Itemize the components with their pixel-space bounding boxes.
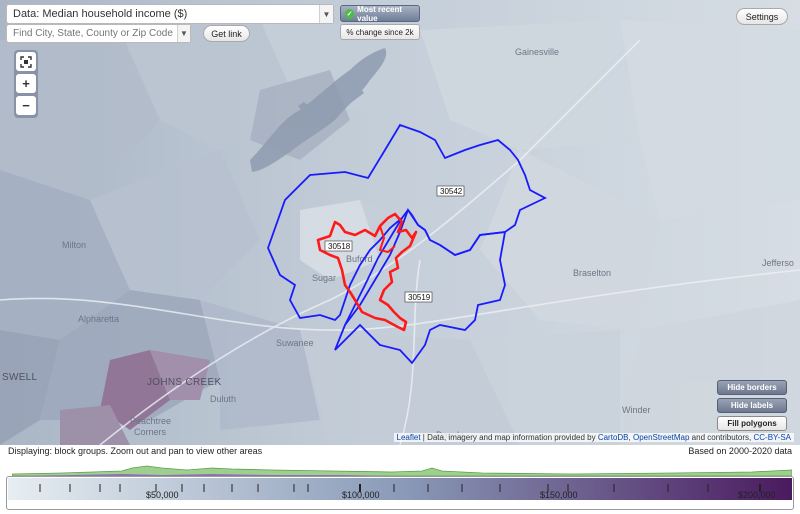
zoom-in-button[interactable]: + [16, 74, 36, 93]
based-on-text: Based on 2000-2020 data [688, 446, 792, 456]
display-info-text: Displaying: block groups. Zoom out and p… [8, 446, 263, 456]
label-sugar-hill: Sugar [312, 273, 336, 283]
data-select[interactable]: Data: Median household income ($) ▼ [6, 4, 334, 24]
label-winder: Winder [622, 405, 651, 415]
zip-label-30518: 30518 [324, 240, 353, 252]
hide-borders-button[interactable]: Hide borders [717, 380, 787, 395]
label-buford: Buford [346, 254, 373, 264]
get-link-button[interactable]: Get link [203, 25, 250, 42]
map-tiles: Gainesville Milton Alpharetta SWELL JOHN… [0, 0, 800, 445]
legend-tick-200k: $200,000 [738, 490, 776, 500]
fit-bounds-button[interactable] [16, 52, 36, 71]
legend-tick-100k: $100,000 [342, 490, 380, 500]
leaflet-link[interactable]: Leaflet [397, 433, 421, 442]
most-recent-value-button[interactable]: ✓ Most recent value [340, 5, 420, 23]
data-select-value: Data: Median household income ($) [13, 8, 188, 20]
label-peachtree-1: Peachtree [130, 416, 171, 426]
map-app: Gainesville Milton Alpharetta SWELL JOHN… [0, 0, 800, 514]
settings-button[interactable]: Settings [736, 8, 788, 25]
label-peachtree-2: Corners [134, 427, 167, 437]
zip-label-30519: 30519 [404, 291, 433, 303]
search-input[interactable] [6, 24, 191, 43]
color-legend: $50,000 $100,000 $150,000 $200,000 [8, 478, 792, 500]
label-gainesville: Gainesville [515, 47, 559, 57]
label-milton: Milton [62, 240, 86, 250]
label-braselton: Braselton [573, 268, 611, 278]
cartodb-link[interactable]: CartoDB [598, 433, 629, 442]
legend-tick-50k: $50,000 [146, 490, 179, 500]
pct-change-button[interactable]: % change since 2k [340, 24, 420, 40]
label-duluth: Duluth [210, 394, 236, 404]
check-icon: ✓ [345, 8, 355, 19]
legend-gradient-bar [8, 478, 792, 500]
svg-text:30518: 30518 [328, 242, 351, 251]
label-johns-creek: JOHNS CREEK [147, 377, 221, 388]
label-suwanee: Suwanee [276, 338, 314, 348]
map-attribution: Leaflet | Data, imagery and map informat… [393, 433, 794, 442]
fit-bounds-icon [20, 55, 32, 68]
legend-tick-150k: $150,000 [540, 490, 578, 500]
label-roswell: SWELL [2, 372, 38, 383]
map-area[interactable]: Gainesville Milton Alpharetta SWELL JOHN… [0, 0, 800, 445]
chevron-down-icon: ▼ [319, 5, 333, 23]
fill-polygons-button[interactable]: Fill polygons [717, 416, 787, 431]
value-histogram [12, 465, 792, 476]
zip-label-30542: 30542 [436, 185, 465, 197]
osm-link[interactable]: OpenStreetMap [633, 433, 689, 442]
zoom-control: + − [14, 50, 38, 118]
license-link[interactable]: CC-BY-SA [754, 433, 792, 442]
svg-text:30542: 30542 [440, 187, 463, 196]
zoom-out-button[interactable]: − [16, 96, 36, 115]
chevron-down-icon[interactable]: ▼ [177, 25, 190, 42]
svg-text:30519: 30519 [408, 293, 431, 302]
label-jefferson: Jefferso [762, 258, 794, 268]
label-alpharetta: Alpharetta [78, 314, 119, 324]
hide-labels-button[interactable]: Hide labels [717, 398, 787, 413]
